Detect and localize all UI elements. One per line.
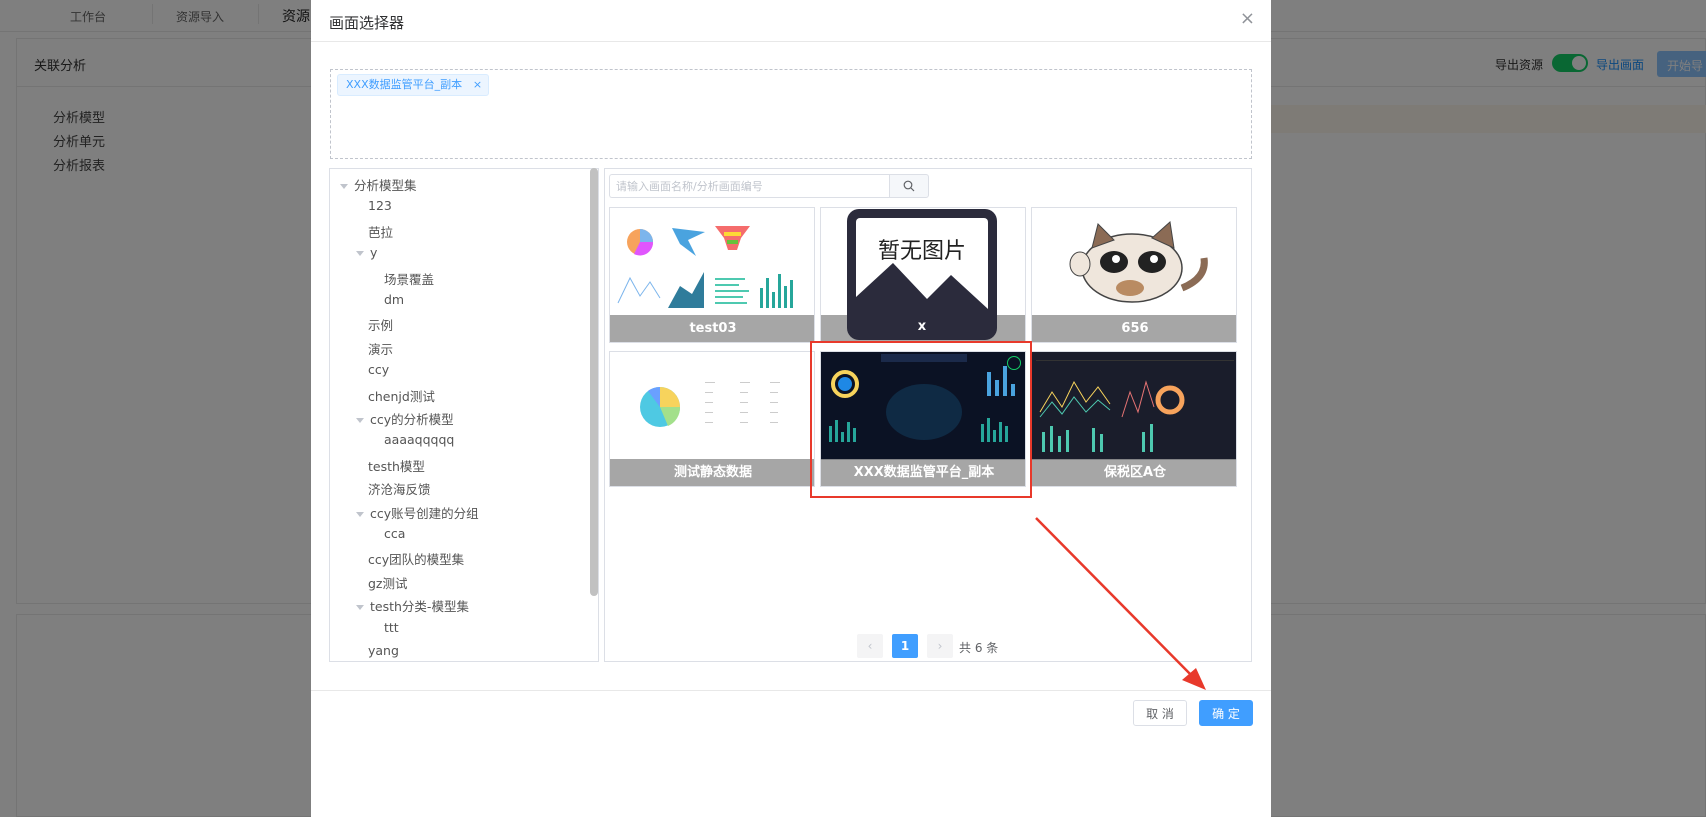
tree-node-label: 123 bbox=[368, 198, 392, 214]
card-thumbnail bbox=[1032, 352, 1236, 460]
footer-divider bbox=[311, 690, 1271, 691]
tree-node-label: yang bbox=[368, 643, 399, 658]
search-icon bbox=[903, 180, 915, 192]
selected-tags-area: XXX数据监管平台_副本 × bbox=[330, 69, 1252, 159]
card-label: test03 bbox=[610, 315, 814, 342]
tree-node-label: ccy账号创建的分组 bbox=[370, 505, 479, 521]
tree-node[interactable]: dm bbox=[384, 292, 404, 307]
tree-node[interactable]: testh模型 bbox=[368, 456, 425, 475]
tree-node[interactable]: chenjd测试 bbox=[368, 386, 435, 405]
tree-node-label: 示例 bbox=[368, 318, 394, 334]
tree-node[interactable]: ccy的分析模型 bbox=[356, 409, 454, 428]
card-label: 保税区A仓 bbox=[1032, 459, 1236, 486]
tree-node[interactable]: yang bbox=[368, 643, 399, 658]
tree-node[interactable]: 分析模型集 bbox=[340, 175, 417, 194]
no-image-placeholder: 暂无图片 x bbox=[847, 209, 997, 340]
tree-node-label: cca bbox=[384, 526, 406, 541]
category-tree: 分析模型集 123 芭拉 y 场景覆盖 dm 示例演示 ccy chenjd测试 ccy的分析模型… bbox=[329, 168, 599, 662]
caret-down-icon[interactable] bbox=[340, 184, 348, 189]
card-label: 656 bbox=[1032, 315, 1236, 342]
tree-node-label: testh分类-模型集 bbox=[370, 599, 469, 615]
tree-node-label: ccy bbox=[368, 362, 390, 378]
card-label: 测试静态数据 bbox=[610, 459, 814, 486]
tree-node[interactable]: aaaaqqqqq bbox=[384, 432, 454, 447]
caret-down-icon[interactable] bbox=[356, 511, 364, 517]
tree-node[interactable]: 芭拉 bbox=[368, 222, 393, 241]
tree-node-label: dm bbox=[384, 292, 405, 307]
pager-prev-button[interactable]: ‹ bbox=[857, 634, 883, 658]
card-thumbnail bbox=[1032, 208, 1236, 316]
tree-node[interactable]: ttt bbox=[384, 620, 399, 635]
tree-node-label: chenjd测试 bbox=[368, 388, 435, 404]
tree-node[interactable]: 场景覆盖 bbox=[384, 269, 434, 288]
confirm-button[interactable]: 确 定 bbox=[1199, 700, 1253, 726]
tree-node[interactable]: 示例 bbox=[368, 315, 393, 334]
cat-image bbox=[1032, 208, 1236, 316]
search-button[interactable] bbox=[889, 174, 929, 198]
caret-down-icon[interactable] bbox=[356, 605, 364, 611]
tag-close-icon[interactable]: × bbox=[473, 75, 482, 95]
screen-card-static-data[interactable]: 测试静态数据 bbox=[609, 351, 815, 487]
caret-down-icon[interactable] bbox=[356, 418, 364, 423]
tree-node[interactable]: 演示 bbox=[368, 339, 393, 358]
tree-node-label: 芭拉 bbox=[368, 224, 394, 240]
card-thumbnail bbox=[610, 352, 814, 460]
screen-selector-dialog: 画面选择器 × XXX数据监管平台_副本 × 分析模型集 123 芭拉 y 场景覆盖 dm… bbox=[311, 0, 1271, 817]
tree-node-label: 济沧海反馈 bbox=[368, 482, 431, 498]
tree-node[interactable]: gz测试 bbox=[368, 573, 408, 592]
tree-node[interactable]: 123 bbox=[368, 198, 392, 213]
tree-node-label: 场景覆盖 bbox=[384, 271, 435, 287]
tree-node-label: ttt bbox=[384, 619, 399, 635]
tree-node-label: y bbox=[370, 245, 378, 261]
tree-node-label: 分析模型集 bbox=[354, 178, 417, 193]
tree-node-label: aaaaqqqqq bbox=[384, 432, 455, 448]
search-input[interactable] bbox=[609, 174, 889, 198]
selected-tag: XXX数据监管平台_副本 × bbox=[337, 74, 490, 96]
tree-node[interactable]: ccy团队的模型集 bbox=[368, 549, 464, 568]
pager-next-button[interactable]: › bbox=[927, 634, 953, 658]
tree-node[interactable]: ccy账号创建的分组 bbox=[356, 503, 479, 522]
tree-node[interactable]: testh分类-模型集 bbox=[356, 596, 469, 615]
selected-highlight-frame bbox=[810, 341, 1032, 498]
tree-node[interactable]: ccy bbox=[368, 362, 389, 377]
dialog-title: 画面选择器 bbox=[329, 14, 405, 32]
screen-card-bonded-a[interactable]: 保税区A仓 bbox=[1031, 351, 1237, 487]
screen-card-test03[interactable]: test03 bbox=[609, 207, 815, 343]
tree-node-label: gz测试 bbox=[368, 575, 408, 591]
tree-node-label: 演示 bbox=[368, 341, 394, 357]
card-thumbnail bbox=[610, 208, 814, 316]
tree-scrollbar[interactable] bbox=[590, 168, 598, 596]
selected-tag-label: XXX数据监管平台_副本 bbox=[346, 78, 463, 91]
tree-node[interactable]: cca bbox=[384, 526, 405, 541]
card-label-x: x bbox=[917, 319, 927, 334]
tree-node-label: testh模型 bbox=[368, 458, 425, 474]
tree-node[interactable]: 济沧海反馈 bbox=[368, 479, 431, 498]
divider bbox=[311, 41, 1271, 42]
screen-card-656[interactable]: 656 bbox=[1031, 207, 1237, 343]
no-image-text: 暂无图片 bbox=[877, 239, 966, 264]
cancel-button[interactable]: 取 消 bbox=[1133, 700, 1187, 726]
tree-node-label: ccy的分析模型 bbox=[370, 412, 454, 427]
pager-page-1[interactable]: 1 bbox=[892, 634, 918, 658]
pager-total: 共 6 条 bbox=[959, 641, 999, 655]
tree-node[interactable]: y bbox=[356, 245, 377, 260]
tree-node-label: ccy团队的模型集 bbox=[368, 552, 465, 568]
close-icon[interactable]: × bbox=[1240, 8, 1255, 29]
caret-down-icon[interactable] bbox=[356, 251, 364, 257]
